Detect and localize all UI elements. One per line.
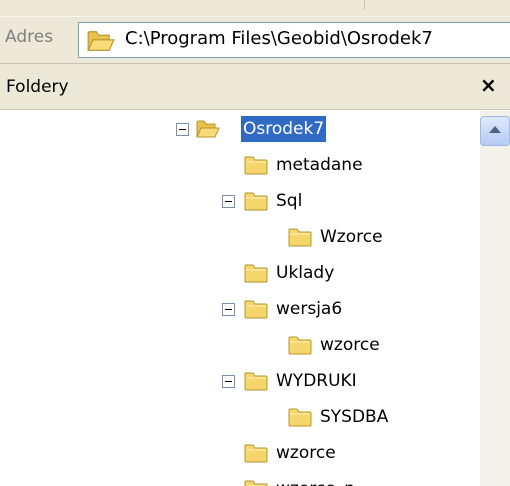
address-path: C:\Program Files\Geobid\Osrodek7 <box>125 28 433 49</box>
tree-node-uklady[interactable]: Uklady <box>0 260 480 290</box>
folders-pane-title: Foldery <box>6 77 69 97</box>
tree-node-label: wzorce <box>276 443 336 463</box>
collapse-toggle-icon[interactable] <box>222 375 235 388</box>
folder-icon <box>244 263 268 283</box>
tree-node-osrodek7[interactable]: Osrodek7 <box>0 116 480 146</box>
folder-open-icon <box>87 29 115 53</box>
tree-node-label: Uklady <box>276 263 335 283</box>
tree-node-label: wzorce_n <box>274 476 357 486</box>
address-label: Adres <box>5 27 54 47</box>
tree-node-wydruki[interactable]: WYDRUKI <box>0 368 480 398</box>
collapse-toggle-icon[interactable] <box>176 123 189 136</box>
tree-node-sysdba[interactable]: SYSDBA <box>0 404 480 434</box>
tree-node-label: SYSDBA <box>320 407 389 427</box>
folder-icon <box>288 227 312 247</box>
tree-node-label: Sql <box>276 191 303 211</box>
folders-pane-header: Foldery × <box>0 64 510 110</box>
folder-open-icon <box>196 119 220 139</box>
tree-node-label: Wzorce <box>320 227 383 247</box>
collapse-toggle-icon[interactable] <box>222 303 235 316</box>
close-pane-button[interactable]: × <box>480 73 497 97</box>
folder-tree: Osrodek7 metadane Sql Wzorce Uklady wers… <box>0 111 480 486</box>
folder-icon <box>244 155 268 175</box>
folder-icon <box>244 299 268 319</box>
tree-node-label: wersja6 <box>276 299 343 319</box>
top-strip <box>0 0 510 16</box>
collapse-toggle-icon[interactable] <box>222 195 235 208</box>
folder-icon <box>288 335 312 355</box>
vertical-scrollbar[interactable] <box>480 111 510 486</box>
folder-icon <box>244 443 268 463</box>
tree-node-wersja6[interactable]: wersja6 <box>0 296 480 326</box>
tree-node-wzorce-n[interactable]: wzorce_n <box>0 476 480 486</box>
tree-node-label: Osrodek7 <box>241 116 327 142</box>
tree-node-label: wzorce <box>320 335 380 355</box>
tree-node-wzorce-wersja6[interactable]: wzorce <box>0 332 480 362</box>
tree-node-label: WYDRUKI <box>276 371 357 391</box>
folder-icon <box>244 371 268 391</box>
address-bar: Adres C:\Program Files\Geobid\Osrodek7 <box>0 16 510 64</box>
tree-node-sql[interactable]: Sql <box>0 188 480 218</box>
tree-node-metadane[interactable]: metadane <box>0 152 480 182</box>
tree-node-label: metadane <box>276 155 363 175</box>
toolbar-separator <box>364 0 365 10</box>
scroll-up-button[interactable] <box>480 116 510 146</box>
folder-icon <box>244 191 268 211</box>
address-input[interactable]: C:\Program Files\Geobid\Osrodek7 <box>78 22 510 58</box>
folder-icon <box>244 479 268 486</box>
tree-node-wzorce[interactable]: wzorce <box>0 440 480 470</box>
folder-icon <box>288 407 312 427</box>
tree-node-wzorce-sql[interactable]: Wzorce <box>0 224 480 254</box>
